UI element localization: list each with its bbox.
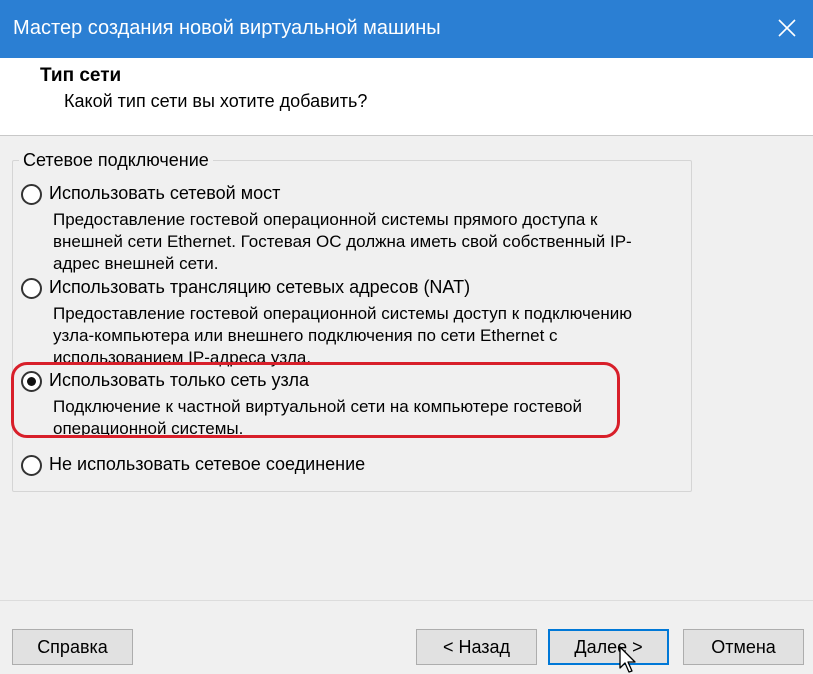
help-button[interactable]: Справка bbox=[12, 629, 133, 665]
footer-separator bbox=[0, 600, 813, 601]
option-label[interactable]: Использовать сетевой мост bbox=[49, 183, 280, 204]
option-description: Подключение к частной виртуальной сети н… bbox=[53, 397, 583, 438]
wizard-window: Мастер создания новой виртуальной машины… bbox=[0, 0, 813, 674]
close-button[interactable] bbox=[763, 4, 811, 52]
radio-no-network[interactable] bbox=[21, 455, 42, 476]
radio-host-only[interactable] bbox=[21, 371, 42, 392]
window-title: Мастер создания новой виртуальной машины bbox=[13, 17, 441, 39]
page-title: Тип сети bbox=[40, 65, 122, 86]
page-subtitle: Какой тип сети вы хотите добавить? bbox=[64, 91, 368, 111]
close-icon bbox=[778, 19, 796, 37]
option-label[interactable]: Использовать только сеть узла bbox=[49, 370, 309, 391]
wizard-header: Тип сети Какой тип сети вы хотите добави… bbox=[0, 58, 813, 136]
next-button[interactable]: Далее > bbox=[548, 629, 669, 665]
option-label[interactable]: Использовать трансляцию сетевых адресов … bbox=[49, 277, 470, 298]
cancel-button[interactable]: Отмена bbox=[683, 629, 804, 665]
radio-selected-dot bbox=[27, 377, 36, 386]
radio-nat[interactable] bbox=[21, 278, 42, 299]
back-button[interactable]: < Назад bbox=[416, 629, 537, 665]
option-description: Предоставление гостевой операционной сис… bbox=[53, 304, 632, 367]
radio-bridged[interactable] bbox=[21, 184, 42, 205]
option-description: Предоставление гостевой операционной сис… bbox=[53, 210, 632, 273]
option-label[interactable]: Не использовать сетевое соединение bbox=[49, 454, 365, 475]
group-legend: Сетевое подключение bbox=[19, 150, 213, 171]
title-bar: Мастер создания новой виртуальной машины bbox=[0, 0, 813, 58]
